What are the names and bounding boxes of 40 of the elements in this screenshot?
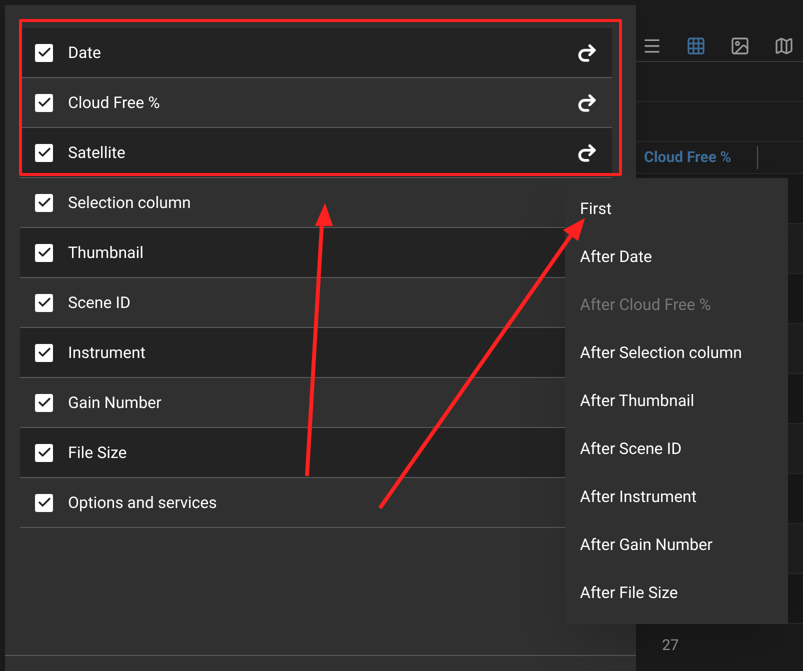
image-view-button[interactable] [730,36,750,56]
column-label: Selection column [68,192,191,214]
grid-view-button[interactable] [686,36,706,56]
checkbox[interactable] [35,244,53,262]
move-icon[interactable] [576,92,598,114]
column-label: Gain Number [68,392,162,414]
menu-item[interactable]: First [565,185,788,233]
checkbox[interactable] [35,44,53,62]
move-icon[interactable] [576,142,598,164]
column-row[interactable]: Date [20,28,612,78]
menu-item[interactable]: After Thumbnail [565,377,788,425]
checkbox[interactable] [35,344,53,362]
menu-item[interactable]: After Gain Number [565,521,788,569]
checkbox[interactable] [35,144,53,162]
column-label: Thumbnail [68,242,144,264]
move-icon[interactable] [576,42,598,64]
column-label: Satellite [68,142,126,164]
checkbox[interactable] [35,294,53,312]
menu-item[interactable]: After Scene ID [565,425,788,473]
column-row[interactable]: Thumbnail [20,228,565,278]
menu-item[interactable]: After Instrument [565,473,788,521]
menu-item[interactable]: After File Size [565,569,788,617]
table-cell-text: 27 [662,634,679,656]
checkbox[interactable] [35,494,53,512]
column-label: Instrument [68,342,146,364]
column-label: Scene ID [68,292,130,314]
column-label: Options and services [68,492,217,514]
column-row[interactable]: Instrument [20,328,565,378]
checkbox[interactable] [35,94,53,112]
column-label: File Size [68,442,127,464]
checkbox[interactable] [35,394,53,412]
column-label: Date [68,42,101,64]
checkbox[interactable] [35,444,53,462]
column-label: Cloud Free % [68,92,160,114]
column-row[interactable]: File Size [20,428,565,478]
menu-item[interactable]: After Selection column [565,329,788,377]
map-view-button[interactable] [774,36,794,56]
column-row[interactable]: Satellite [20,128,612,178]
menu-item[interactable]: After Date [565,233,788,281]
checkbox[interactable] [35,194,53,212]
